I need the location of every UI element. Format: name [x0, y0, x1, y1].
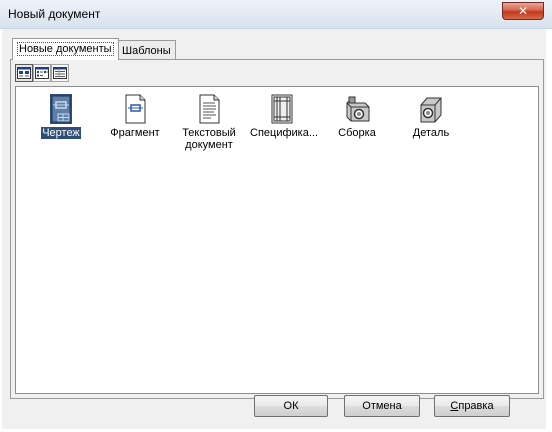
list-item-label: Сборка: [338, 127, 376, 139]
large-icons-view-icon: [17, 67, 31, 79]
details-view-icon: [53, 67, 67, 79]
list-item-label: Деталь: [412, 127, 450, 139]
details-view-button[interactable]: [51, 64, 69, 82]
specification-icon: [271, 94, 293, 124]
help-button[interactable]: Справка: [434, 395, 510, 417]
close-icon: ✕: [517, 4, 529, 18]
tab-new-documents[interactable]: Новые документы: [12, 38, 119, 60]
tab-templates[interactable]: Шаблоны: [117, 40, 176, 60]
dialog-body: Новые документы Шаблоны Чертеж Фрагмент …: [2, 29, 546, 429]
list-item-label: Текстовый документ: [182, 127, 236, 151]
dialog-title: Новый документ: [8, 7, 101, 21]
text-document-icon: [199, 94, 220, 124]
new-document-dialog: Новый документ ✕ Новые документы Шаблоны: [0, 0, 552, 432]
tab-panel: Чертеж Фрагмент Текстовый документ Специ…: [10, 59, 544, 399]
close-button[interactable]: ✕: [502, 2, 544, 20]
list-item-part[interactable]: Деталь: [398, 93, 464, 139]
tab-new-documents-label: Новые документы: [17, 42, 114, 56]
cancel-button[interactable]: Отмена: [344, 395, 420, 417]
part-icon: [420, 97, 442, 123]
document-type-list[interactable]: Чертеж Фрагмент Текстовый документ Специ…: [15, 86, 539, 394]
fragment-icon: [125, 94, 146, 124]
list-item-label: Специфика...: [250, 127, 318, 139]
tab-templates-label: Шаблоны: [122, 45, 171, 57]
drawing-icon: [50, 94, 72, 124]
list-item-label: Фрагмент: [110, 127, 160, 139]
list-view-icon: [35, 67, 49, 79]
list-item-specification[interactable]: Специфика...: [249, 93, 318, 139]
title-bar[interactable]: Новый документ ✕: [0, 0, 552, 29]
list-item-text-document[interactable]: Текстовый документ: [176, 93, 242, 151]
assembly-icon: [346, 96, 370, 122]
list-item-assembly[interactable]: Сборка: [324, 93, 390, 139]
large-icons-view-button[interactable]: [15, 64, 33, 82]
ok-button[interactable]: ОК: [254, 395, 328, 417]
list-item-fragment[interactable]: Фрагмент: [102, 93, 168, 139]
help-label-rest: правка: [458, 400, 494, 412]
list-view-button[interactable]: [33, 64, 51, 82]
list-item-label: Чертеж: [41, 127, 81, 139]
view-mode-toolbar: [15, 64, 69, 84]
list-item-drawing[interactable]: Чертеж: [28, 93, 94, 139]
